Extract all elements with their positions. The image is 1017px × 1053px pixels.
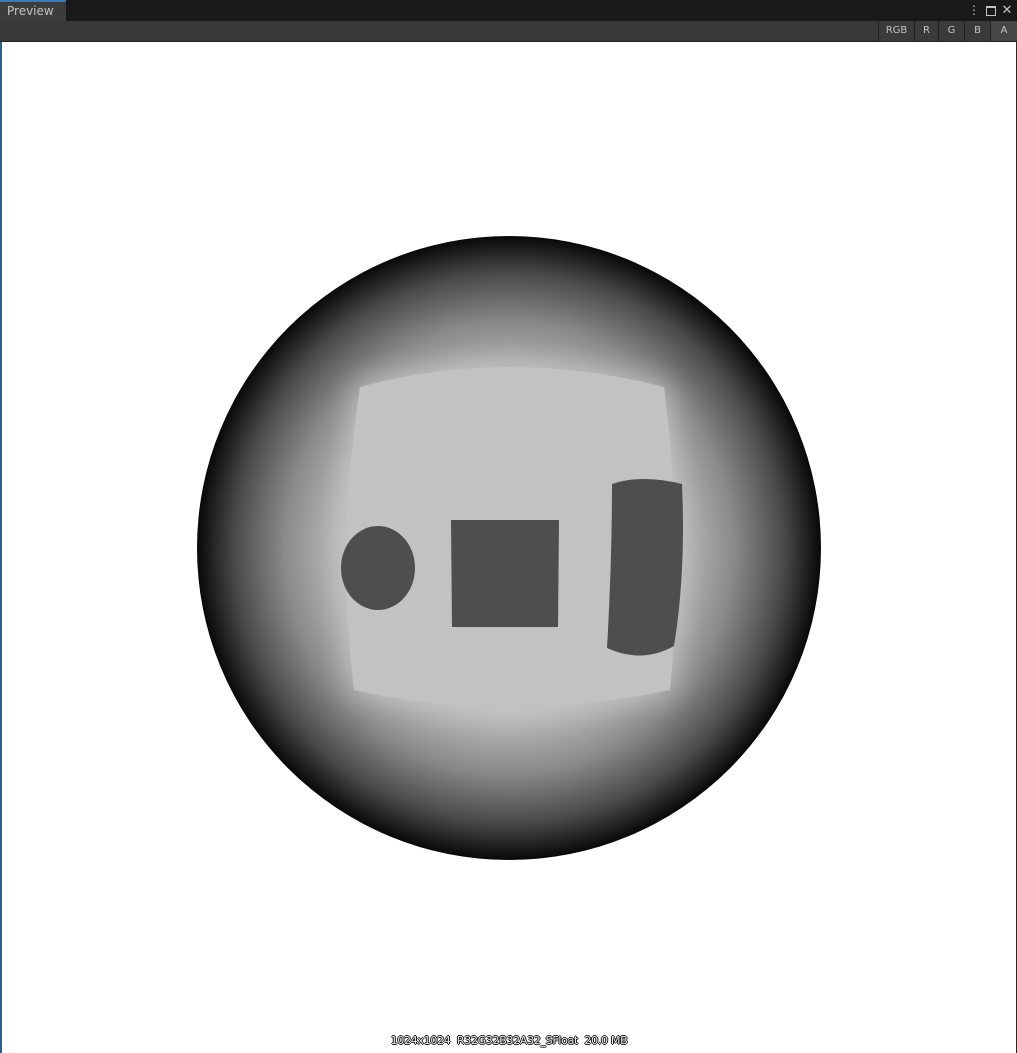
channel-r-button[interactable]: R	[914, 21, 938, 41]
texture-preview	[2, 42, 1016, 1053]
square-shape	[451, 520, 559, 627]
channel-toolbar: RGB R G B A	[0, 21, 1017, 42]
channel-g-button[interactable]: G	[938, 21, 964, 41]
curved-panel-shape	[607, 479, 683, 656]
texture-info-label: 1024x1024 R32G32B32A32_SFloat 20.0 MB	[390, 1034, 628, 1047]
maximize-icon[interactable]	[984, 2, 998, 19]
close-icon[interactable]: ✕	[1000, 2, 1014, 19]
channel-rgb-button[interactable]: RGB	[878, 21, 914, 41]
tab-bar: Preview ⋮ ✕	[0, 0, 1017, 21]
channel-a-button[interactable]: A	[990, 21, 1017, 41]
window-menu-icon[interactable]: ⋮	[968, 2, 980, 19]
preview-viewport[interactable]: 1024x1024 R32G32B32A32_SFloat 20.0 MB	[2, 42, 1016, 1053]
ellipse-shape	[341, 526, 415, 610]
tab-preview[interactable]: Preview	[0, 0, 66, 21]
channel-b-button[interactable]: B	[964, 21, 990, 41]
preview-window: Preview ⋮ ✕ RGB R G B A 1024x1024 R32G32…	[0, 0, 1017, 1053]
